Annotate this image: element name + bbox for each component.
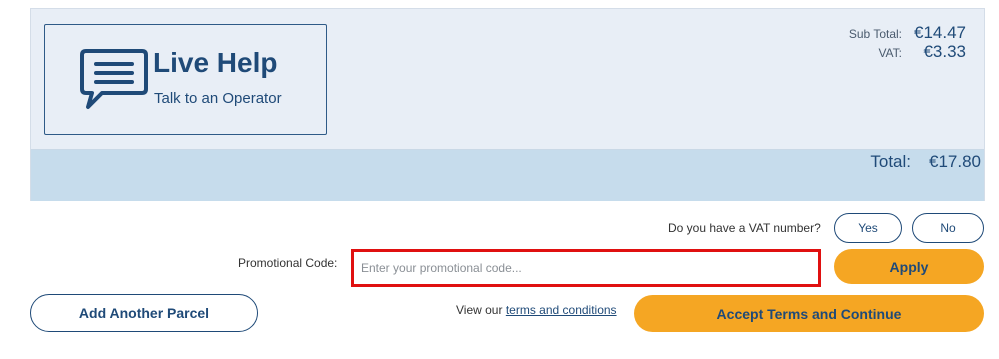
terms-text: View our terms and conditions (456, 303, 617, 317)
vat-row: VAT: €3.33 (878, 42, 966, 62)
total-label: Total: (870, 152, 911, 171)
add-another-parcel-button[interactable]: Add Another Parcel (30, 294, 258, 332)
vat-label: VAT: (878, 46, 902, 60)
chat-bubble-icon (80, 49, 148, 109)
live-help-title: Live Help (153, 47, 278, 78)
vat-yes-button[interactable]: Yes (834, 213, 902, 243)
subtotal-label: Sub Total: (848, 27, 902, 41)
vat-question-text: Do you have a VAT number? (668, 221, 821, 235)
order-summary-panel: Live Help Talk to an Operator Sub Total:… (30, 8, 985, 201)
terms-link[interactable]: terms and conditions (506, 303, 617, 317)
apply-button[interactable]: Apply (834, 249, 984, 284)
vat-no-button[interactable]: No (912, 213, 984, 243)
live-help-subtitle: Talk to an Operator (154, 90, 282, 107)
total-row: Total: €17.80 (870, 152, 981, 172)
promo-code-label: Promotional Code: (238, 256, 338, 270)
vat-value: €3.33 (923, 42, 966, 61)
total-bar (31, 149, 984, 201)
total-value: €17.80 (929, 152, 981, 171)
subtotal-value: €14.47 (914, 23, 966, 42)
subtotal-row: Sub Total: €14.47 (849, 23, 966, 43)
promo-code-input[interactable] (351, 249, 821, 287)
terms-prefix: View our (456, 303, 503, 317)
accept-terms-button[interactable]: Accept Terms and Continue (634, 295, 984, 332)
live-help-card[interactable]: Live Help Talk to an Operator (44, 24, 327, 135)
